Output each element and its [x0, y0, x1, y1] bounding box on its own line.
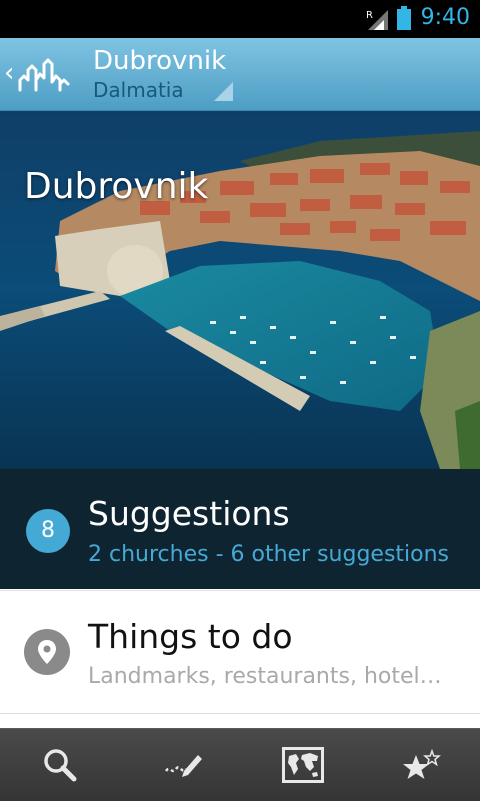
search-icon	[44, 749, 77, 782]
suggestions-row[interactable]: 8 Suggestions 2 churches - 6 other sugge…	[0, 469, 480, 589]
app-logo-icon[interactable]	[18, 56, 70, 94]
things-to-do-row[interactable]: Things to do Landmarks, restaurants, hot…	[0, 590, 480, 714]
page-title: Dubrovnik	[93, 46, 227, 76]
status-bar: R 9:40	[0, 0, 480, 38]
favorites-stars-icon	[403, 748, 441, 779]
dropdown-icon[interactable]	[214, 82, 233, 101]
signal-icon: R	[366, 10, 388, 30]
hero-image[interactable]: Dubrovnik	[0, 111, 480, 469]
action-bar: ‹ Dubrovnik Dalmatia	[0, 38, 480, 111]
world-map-icon	[282, 747, 324, 783]
nav-write-button[interactable]	[120, 729, 240, 801]
bottom-nav	[0, 728, 480, 801]
suggestions-title: Suggestions	[88, 494, 290, 533]
nav-search-button[interactable]	[0, 729, 120, 801]
hero-title: Dubrovnik	[24, 166, 209, 207]
roaming-indicator: R	[366, 10, 373, 21]
back-chevron-icon[interactable]: ‹	[4, 60, 14, 86]
map-pin-icon	[24, 629, 70, 675]
nav-favorites-button[interactable]	[360, 729, 480, 801]
page-subtitle: Dalmatia	[93, 78, 184, 102]
city-photo	[0, 111, 480, 469]
battery-icon	[397, 6, 411, 30]
things-to-do-title: Things to do	[88, 617, 293, 656]
clock: 9:40	[420, 5, 470, 30]
suggestions-subtitle: 2 churches - 6 other suggestions	[88, 542, 450, 567]
things-to-do-subtitle: Landmarks, restaurants, hotels ...	[88, 664, 448, 689]
write-note-icon	[164, 755, 202, 777]
suggestions-count-badge: 8	[26, 509, 70, 553]
nav-map-button[interactable]	[240, 729, 360, 801]
